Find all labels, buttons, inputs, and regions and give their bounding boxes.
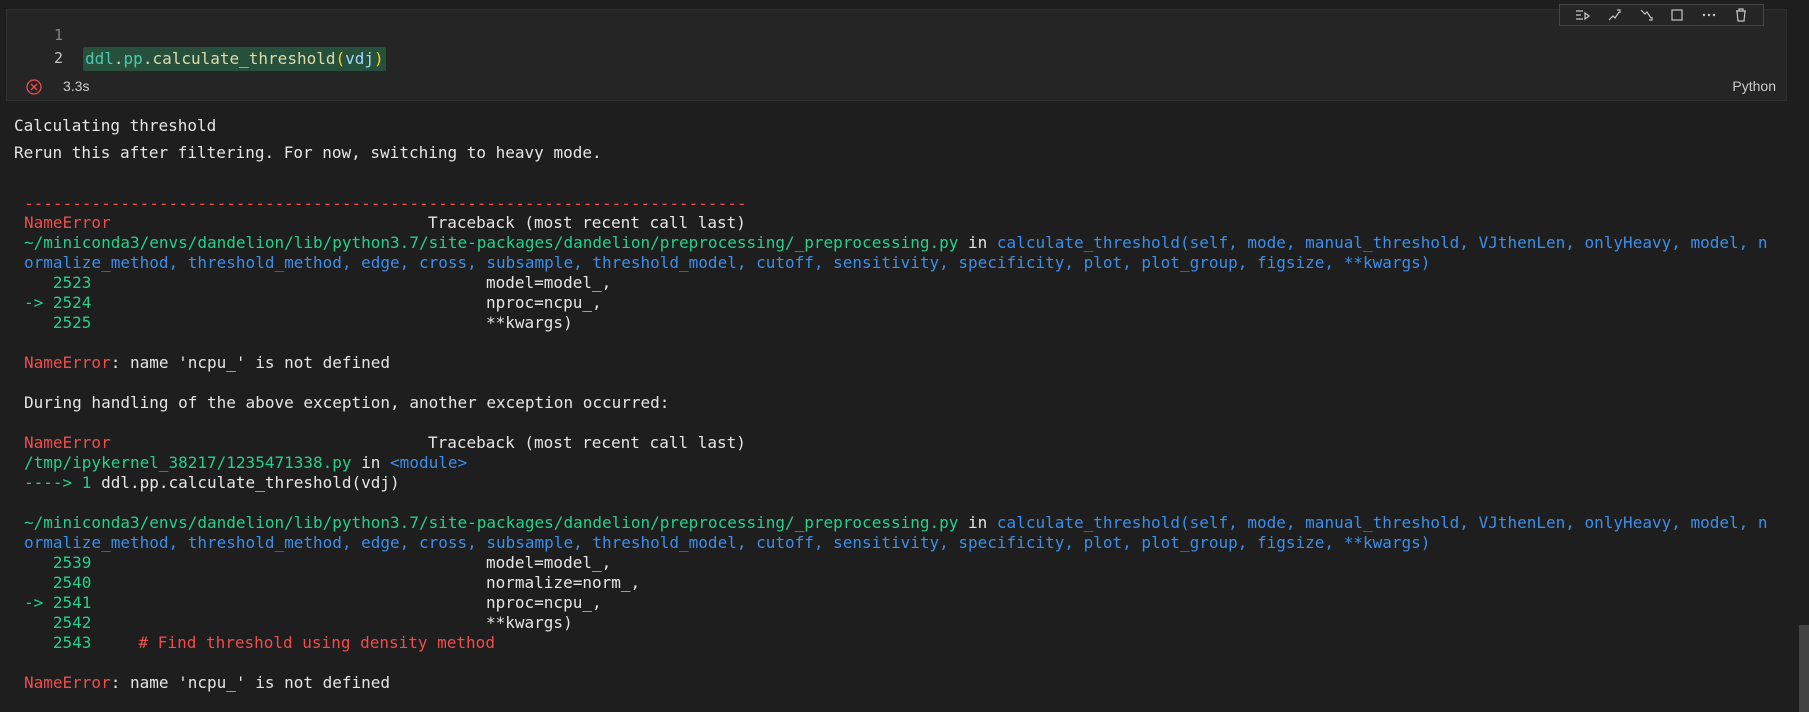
notebook-cell[interactable]: 1 2 ddl.pp.calculate_threshold(vdj) 3.3s…: [6, 4, 1787, 101]
traceback-label: Traceback (most recent call last): [428, 213, 746, 232]
traceback-line-number: 2542: [24, 613, 92, 632]
traceback-frame: ~/miniconda3/envs/dandelion/lib/python3.…: [24, 233, 1768, 253]
traceback-code: model=model_,: [486, 553, 612, 572]
traceback-arrow-line: ----> 1 ddl.pp.calculate_threshold(vdj): [24, 473, 400, 493]
traceback-code: nproc=ncpu_,: [486, 293, 602, 312]
line-number: 1: [53, 26, 63, 44]
traceback-code: model=model_,: [486, 273, 612, 292]
traceback-line-number: 2523: [24, 273, 92, 292]
in-word: in: [958, 233, 997, 252]
traceback-divider: ----------------------------------------…: [24, 194, 747, 213]
module-name: <module>: [390, 453, 468, 472]
error-name: NameError: [24, 213, 111, 232]
traceback-header: NameError: [24, 213, 111, 233]
traceback-frame: /tmp/ipykernel_38217/1235471338.py in <m…: [24, 453, 467, 473]
cell-status-bar: 3.3s Python: [7, 76, 1786, 98]
error-text: : name 'ncpu_' is not defined: [110, 673, 391, 692]
traceback-line-number: 2525: [24, 313, 92, 332]
more-actions-icon[interactable]: [1701, 7, 1717, 23]
traceback-code: normalize=norm_,: [486, 573, 641, 592]
code-token: pp: [123, 49, 143, 68]
error-name: NameError: [24, 673, 111, 692]
code-token: vdj: [345, 49, 375, 68]
execute-above-icon[interactable]: [1606, 7, 1622, 23]
error-circle-icon: [25, 78, 43, 96]
scrollbar-thumb[interactable]: [1799, 625, 1809, 712]
function-signature: calculate_threshold(self, mode, manual_t…: [996, 233, 1768, 252]
traceback-frame: ~/miniconda3/envs/dandelion/lib/python3.…: [24, 513, 1768, 533]
language-picker[interactable]: Python: [1732, 78, 1776, 94]
file-path: ~/miniconda3/envs/dandelion/lib/python3.…: [24, 233, 959, 252]
vertical-scrollbar[interactable]: [1799, 0, 1809, 712]
in-word: in: [351, 453, 391, 472]
stdout-line: Calculating threshold: [14, 116, 217, 135]
function-signature: calculate_threshold(self, mode, manual_t…: [996, 513, 1768, 532]
execute-below-icon[interactable]: [1638, 7, 1654, 23]
delete-cell-icon[interactable]: [1733, 7, 1749, 23]
traceback-header: NameError: [24, 433, 111, 453]
function-signature-cont: ormalize_method, threshold_method, edge,…: [24, 533, 1431, 552]
code-token: calculate_threshold: [152, 49, 336, 68]
line-number: 2: [53, 49, 63, 67]
traceback-comment: # Find threshold using density method: [100, 633, 495, 652]
execution-time: 3.3s: [63, 78, 90, 94]
arrow-prefix: ----> 1: [24, 473, 102, 492]
stdout-line: Rerun this after filtering. For now, swi…: [14, 143, 602, 162]
traceback-code: **kwargs): [486, 313, 573, 332]
traceback-line-number: 2539: [24, 553, 92, 572]
code-token: ddl: [85, 49, 114, 68]
function-signature-cont: ormalize_method, threshold_method, edge,…: [24, 253, 1431, 272]
code-text[interactable]: ddl.pp.calculate_threshold(vdj): [83, 47, 386, 71]
code-token: .: [113, 49, 124, 68]
traceback-code: nproc=ncpu_,: [486, 593, 602, 612]
in-word: in: [958, 513, 997, 532]
traceback-line-number: -> 2524: [24, 293, 92, 312]
cell-toolbar: [1559, 4, 1764, 26]
code-token: ): [374, 49, 384, 68]
code-token: (: [335, 49, 346, 68]
error-name: NameError: [24, 433, 111, 452]
traceback-code: **kwargs): [486, 613, 573, 632]
file-path: ~/miniconda3/envs/dandelion/lib/python3.…: [24, 513, 959, 532]
error-text: : name 'ncpu_' is not defined: [110, 353, 391, 372]
error-message: NameError: name 'ncpu_' is not defined: [24, 673, 390, 693]
split-cell-icon[interactable]: [1669, 7, 1685, 23]
during-handling-text: During handling of the above exception, …: [24, 393, 670, 412]
traceback-line-number: -> 2541: [24, 593, 92, 612]
traceback-line-number: 2543: [24, 633, 92, 652]
traceback-code: ddl.pp.calculate_threshold(vdj): [101, 473, 400, 492]
run-by-line-icon[interactable]: [1574, 7, 1590, 23]
error-name: NameError: [24, 353, 111, 372]
traceback-label: Traceback (most recent call last): [428, 433, 746, 452]
traceback-line-number: 2540: [24, 573, 92, 592]
code-token: .: [142, 49, 153, 68]
file-path: /tmp/ipykernel_38217/1235471338.py: [24, 453, 352, 472]
error-message: NameError: name 'ncpu_' is not defined: [24, 353, 390, 373]
